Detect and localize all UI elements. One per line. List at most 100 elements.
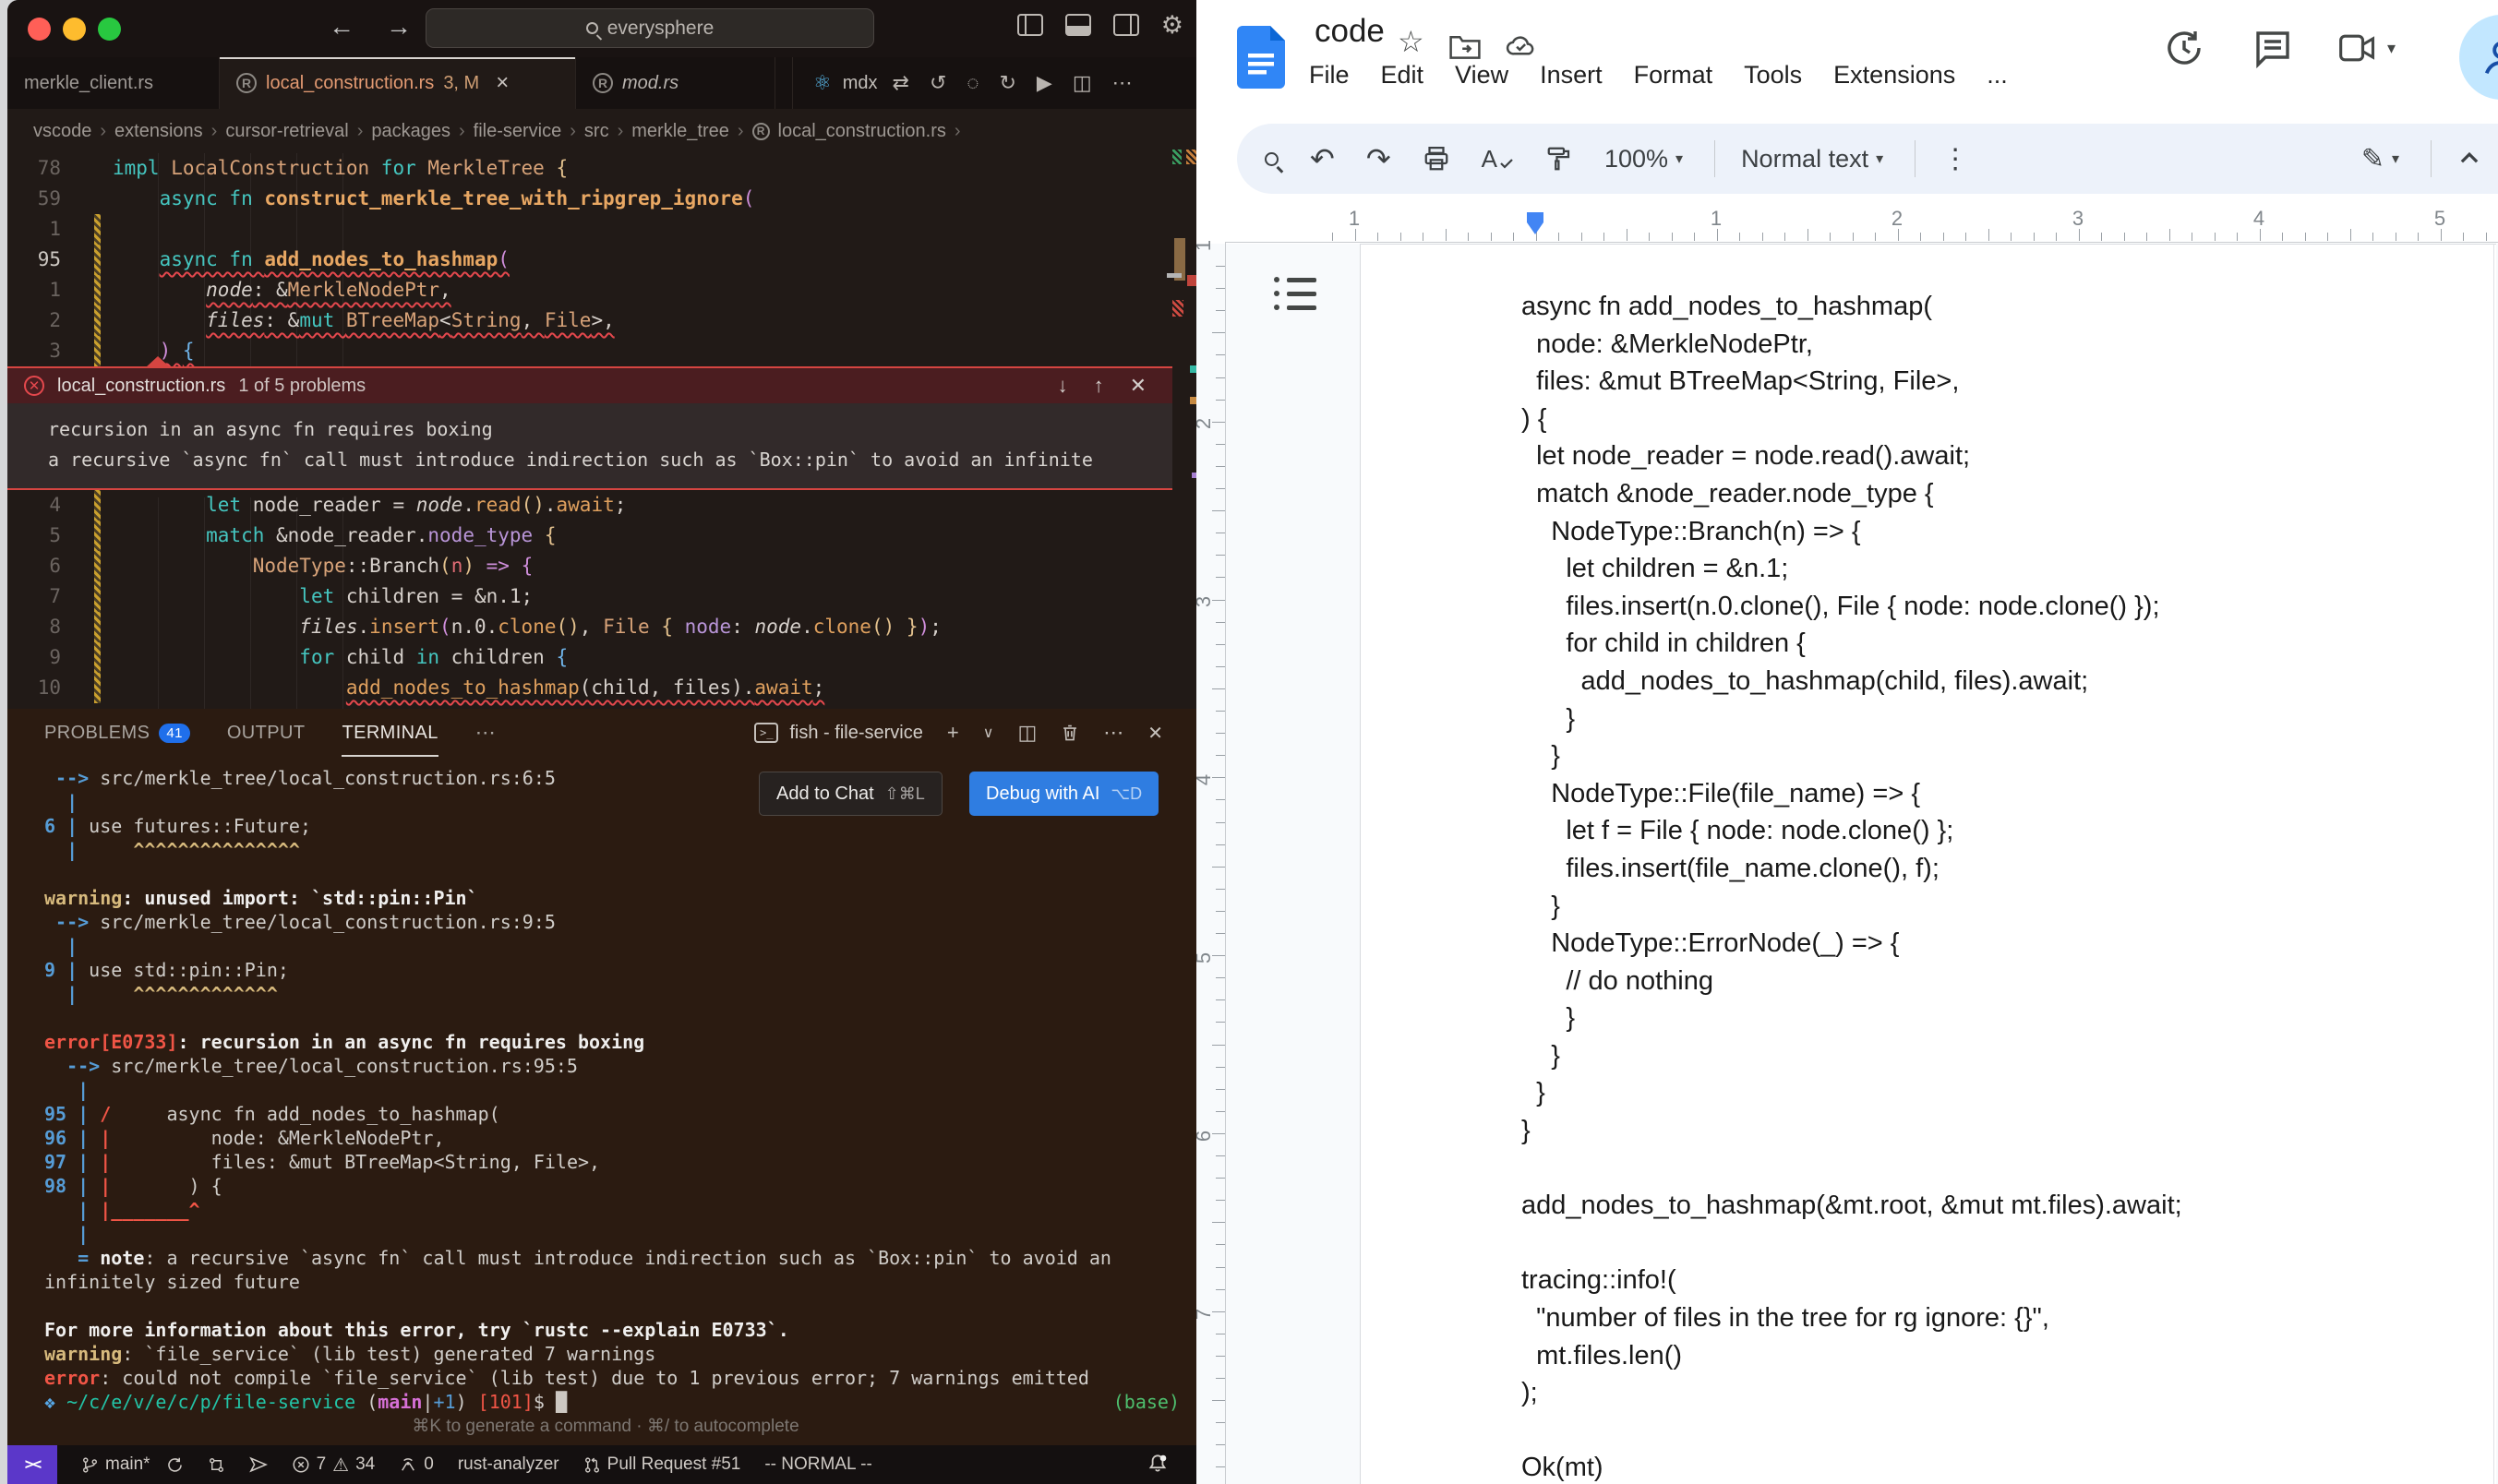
document-text[interactable]: async fn add_nodes_to_hashmap( node: &Me… xyxy=(1521,288,2182,1484)
ruler-tick xyxy=(1216,1466,1225,1468)
paragraph-style-select[interactable]: Normal text ▾ xyxy=(1741,145,1883,174)
breadcrumb-item[interactable]: file-service xyxy=(474,121,562,142)
code-editor[interactable]: 78impl LocalConstruction for MerkleTree … xyxy=(7,153,1196,709)
toolbar-overflow-icon[interactable]: ⋮ xyxy=(1941,143,1969,175)
editor-group-mdx[interactable]: ⚛ mdx xyxy=(792,57,878,109)
camera-dropdown-icon[interactable]: ▾ xyxy=(2387,39,2396,58)
breadcrumb-item[interactable]: vscode xyxy=(33,121,91,142)
dot-circle-icon[interactable]: ◌ xyxy=(967,71,979,95)
nav-forward-circle-icon[interactable]: ↻ xyxy=(999,71,1015,95)
menu-item-[interactable]: ... xyxy=(1987,61,2008,90)
compare-changes-item[interactable] xyxy=(208,1456,225,1474)
move-folder-icon[interactable] xyxy=(1449,33,1481,59)
breadcrumb-item[interactable]: packages xyxy=(371,121,450,142)
ports-count: 0 xyxy=(424,1454,434,1474)
breadcrumb-item[interactable]: cursor-retrieval xyxy=(225,121,348,142)
menu-item-extensions[interactable]: Extensions xyxy=(1833,61,1955,90)
toggle-panel-icon[interactable] xyxy=(1064,14,1091,36)
sync-icon[interactable] xyxy=(166,1456,184,1474)
menu-item-insert[interactable]: Insert xyxy=(1540,61,1603,90)
close-window-button[interactable] xyxy=(28,18,51,41)
ruler-tick xyxy=(1580,233,1582,241)
nav-back-circle-icon[interactable]: ↺ xyxy=(930,71,946,95)
star-icon[interactable]: ☆ xyxy=(1398,24,1424,59)
panel-tab-problems[interactable]: PROBLEMS 41 xyxy=(44,709,190,757)
terminal-output[interactable]: --> src/merkle_tree/local_construction.r… xyxy=(44,766,1180,1414)
more-actions-icon[interactable]: ⋯ xyxy=(1112,71,1133,95)
search-menus-icon[interactable] xyxy=(1265,151,1279,166)
remote-indicator[interactable]: >< xyxy=(7,1445,57,1484)
breadcrumb-item[interactable]: local_construction.rs xyxy=(778,121,946,142)
collapse-toolbar-icon[interactable] xyxy=(2457,147,2481,171)
pull-request-item[interactable]: Pull Request #51 xyxy=(583,1454,740,1475)
redo-icon[interactable]: ↷ xyxy=(1366,141,1391,176)
problems-item[interactable]: 7 ⚠ 34 xyxy=(292,1454,375,1477)
spellcheck-icon[interactable]: A xyxy=(1482,145,1514,174)
panel-more-icon[interactable]: ⋯ xyxy=(475,721,496,745)
docs-scrollbar[interactable] xyxy=(2493,244,2494,1484)
new-terminal-icon[interactable]: + xyxy=(947,721,959,745)
split-terminal-icon[interactable]: ◫ xyxy=(1017,721,1037,745)
breadcrumb-item[interactable]: src xyxy=(584,121,609,142)
debug-with-ai-button[interactable]: Debug with AI ⌥D xyxy=(969,772,1159,816)
gear-icon[interactable]: ⚙ xyxy=(1161,13,1183,38)
tab-mod-rs[interactable]: R mod.rs xyxy=(576,57,775,109)
comments-icon[interactable] xyxy=(2251,26,2295,70)
bell-icon[interactable] xyxy=(1147,1453,1169,1480)
trash-icon[interactable] xyxy=(1061,723,1079,743)
ruler-tick xyxy=(1694,233,1695,241)
run-icon[interactable]: ▶ xyxy=(1037,71,1052,95)
show-outline-icon[interactable] xyxy=(1274,277,1316,318)
maximize-window-button[interactable] xyxy=(98,18,121,41)
add-to-chat-button[interactable]: Add to Chat ⇧⌘L xyxy=(759,772,943,816)
indent-marker[interactable] xyxy=(1527,212,1543,222)
terminal-dropdown-icon[interactable]: ∨ xyxy=(983,724,994,742)
next-problem-icon[interactable]: ↓ xyxy=(1058,374,1068,398)
prev-problem-icon[interactable]: ↑ xyxy=(1094,374,1104,398)
undo-icon[interactable]: ↶ xyxy=(1310,141,1335,176)
publish-icon[interactable] xyxy=(248,1455,268,1474)
breadcrumb-item[interactable]: merkle_tree xyxy=(631,121,729,142)
nav-back-icon[interactable]: ← xyxy=(329,12,354,42)
split-editor-icon[interactable]: ◫ xyxy=(1073,71,1092,95)
panel-tab-output[interactable]: OUTPUT xyxy=(227,709,306,757)
menu-item-format[interactable]: Format xyxy=(1634,61,1713,90)
diff-icon[interactable]: ⇄ xyxy=(893,71,909,95)
menu-item-file[interactable]: File xyxy=(1309,61,1350,90)
cloud-status-icon[interactable] xyxy=(1505,33,1538,59)
toggle-secondary-sidebar-icon[interactable] xyxy=(1112,14,1139,36)
ruler-tick xyxy=(1216,1110,1225,1112)
lsp-status[interactable]: rust-analyzer xyxy=(458,1454,559,1475)
menu-item-tools[interactable]: Tools xyxy=(1744,61,1802,90)
close-tab-icon[interactable]: × xyxy=(496,70,509,96)
modified-line-marker xyxy=(94,336,101,366)
ruler-tick xyxy=(1216,443,1225,445)
paint-format-icon[interactable] xyxy=(1545,145,1573,173)
git-branch-item[interactable]: main* xyxy=(81,1454,184,1475)
version-history-icon[interactable] xyxy=(2162,26,2206,70)
close-peek-icon[interactable]: ✕ xyxy=(1130,374,1147,398)
menu-item-edit[interactable]: Edit xyxy=(1381,61,1424,90)
bottom-panel: PROBLEMS 41 OUTPUT TERMINAL ⋯ >_ fish - fil… xyxy=(7,709,1196,1445)
tab-local-construction[interactable]: R local_construction.rs 3, M × xyxy=(220,57,576,109)
terminal-profile-label[interactable]: fish - file-service xyxy=(789,723,922,744)
document-title[interactable]: code xyxy=(1315,13,1385,50)
menu-item-view[interactable]: View xyxy=(1455,61,1508,90)
minimize-window-button[interactable] xyxy=(63,18,86,41)
print-icon[interactable] xyxy=(1423,145,1450,173)
meet-camera-icon[interactable] xyxy=(2337,30,2378,66)
toggle-sidebar-icon[interactable] xyxy=(1016,14,1043,36)
command-center-search[interactable]: everysphere xyxy=(426,8,874,48)
panel-tab-terminal[interactable]: TERMINAL xyxy=(342,709,438,757)
nav-forward-icon[interactable]: → xyxy=(386,12,412,42)
terminal-more-icon[interactable]: ⋯ xyxy=(1103,721,1123,745)
ports-item[interactable]: 0 xyxy=(399,1454,434,1475)
breadcrumb-item[interactable]: extensions xyxy=(114,121,203,142)
ruler-tick xyxy=(1212,421,1225,423)
indent-marker-triangle[interactable] xyxy=(1527,222,1543,234)
zoom-select[interactable]: 100% ▾ xyxy=(1604,145,1683,174)
editing-mode-icon[interactable]: ✎ ▾ xyxy=(2361,143,2399,175)
tab-merkle-client[interactable]: merkle_client.rs xyxy=(7,57,220,109)
close-panel-icon[interactable]: ✕ xyxy=(1147,722,1163,745)
avatar[interactable] xyxy=(2459,15,2498,100)
